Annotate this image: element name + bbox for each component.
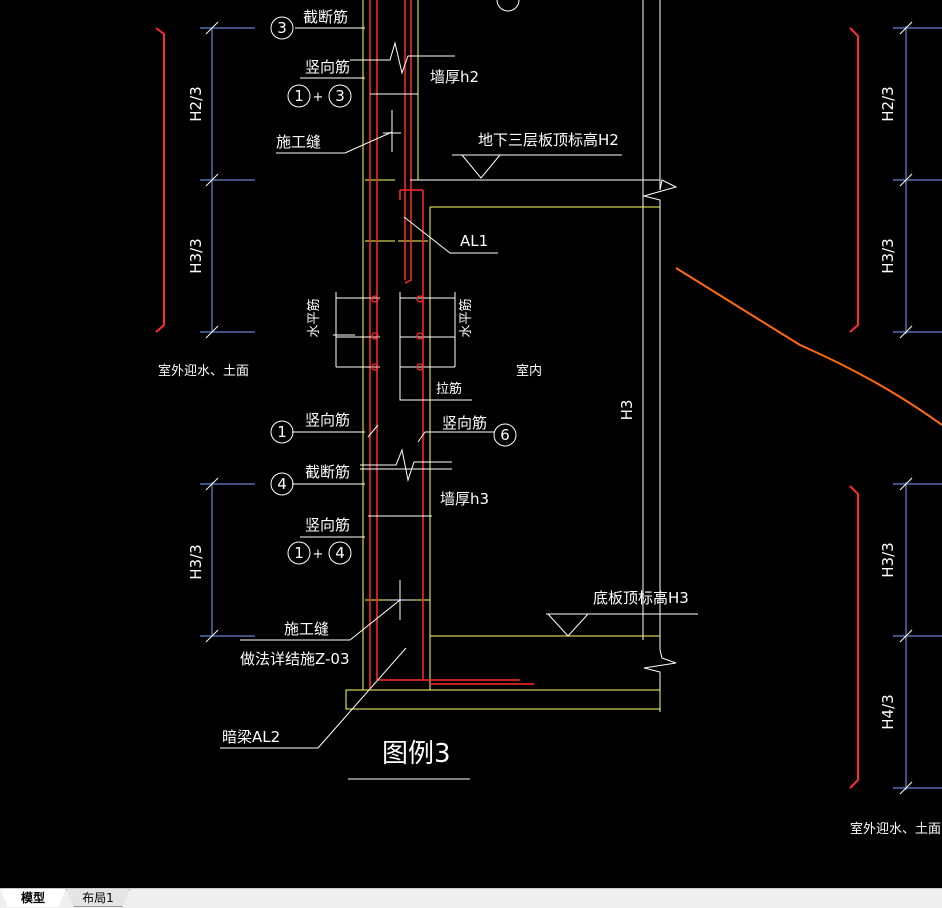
rebar-points <box>371 295 424 371</box>
section-drawing: 3 1 + 3 1 6 4 1 + 4 截断筋 竖向筋 墙厚h2 施工缝 地下三… <box>155 0 942 837</box>
label-h3: H3 <box>618 400 636 421</box>
dim-left-top-h2: H2/3 <box>187 86 205 121</box>
label-tie-bar: 拉筋 <box>436 381 462 397</box>
rebars <box>369 0 534 688</box>
marker-6: 6 <box>500 426 510 444</box>
marker-4: 4 <box>277 475 287 493</box>
label-vertical-bar-bottom: 竖向筋 <box>305 516 350 534</box>
marker-1: 1 <box>277 423 287 441</box>
label-horizontal-bar-right: 水平筋 <box>458 298 474 337</box>
label-vertical-bar-mid: 竖向筋 <box>305 411 350 429</box>
label-cut-bar-bottom: 截断筋 <box>305 463 350 481</box>
marker-1a: 1 <box>294 87 304 105</box>
marker-3: 3 <box>277 19 287 37</box>
label-construction-joint-top: 施工缝 <box>276 133 321 151</box>
dim-right-top-h3: H3/3 <box>879 238 897 273</box>
dim-right-top-h2: H2/3 <box>879 86 897 121</box>
left-dimension-lines <box>200 27 255 637</box>
dim-right-bottom-h4: H4/3 <box>879 694 897 729</box>
label-cut-bar-top: 截断筋 <box>303 8 348 26</box>
label-wall-thickness-h3: 墙厚h3 <box>440 490 489 508</box>
label-construction-joint-bottom: 施工缝 <box>284 620 329 638</box>
label-wall-thickness-h2: 墙厚h2 <box>430 68 479 86</box>
label-bottom-slab-level-h3: 底板顶标高H3 <box>593 589 689 607</box>
marker-3b: 3 <box>335 87 345 105</box>
label-indoor: 室内 <box>516 363 542 379</box>
label-horizontal-bar-left: 水平筋 <box>306 298 322 337</box>
orange-reference-line <box>675 267 942 426</box>
dim-left-bottom-h3: H3/3 <box>187 544 205 579</box>
label-al1: AL1 <box>460 232 488 250</box>
tab-model[interactable]: 模型 <box>0 889 66 907</box>
dim-right-bottom-h3: H3/3 <box>879 542 897 577</box>
cad-drawing-canvas[interactable]: 3 1 + 3 1 6 4 1 + 4 截断筋 竖向筋 墙厚h2 施工缝 地下三… <box>0 0 942 888</box>
marker-4b: 4 <box>335 544 345 562</box>
marker-1b: 1 <box>294 544 304 562</box>
label-outdoor-right: 室外迎水、土面 <box>850 821 941 837</box>
label-vertical-bar-top: 竖向筋 <box>305 58 350 76</box>
label-slab-top-level-h2: 地下三层板顶标高H2 <box>478 131 619 149</box>
label-joint-detail-ref: 做法详结施Z-03 <box>240 650 350 668</box>
plus-b: + <box>313 547 324 562</box>
label-vertical-bar-right: 竖向筋 <box>442 414 487 432</box>
dim-left-top-h3: H3/3 <box>187 238 205 273</box>
layout-tab-bar: 模型 布局1 <box>0 888 942 908</box>
label-hidden-beam-al2: 暗梁AL2 <box>222 728 280 746</box>
plus-a: + <box>313 90 324 105</box>
tab-layout1[interactable]: 布局1 <box>66 889 130 907</box>
label-outdoor-left: 室外迎水、土面 <box>158 363 249 379</box>
figure-title: 图例3 <box>382 739 451 769</box>
